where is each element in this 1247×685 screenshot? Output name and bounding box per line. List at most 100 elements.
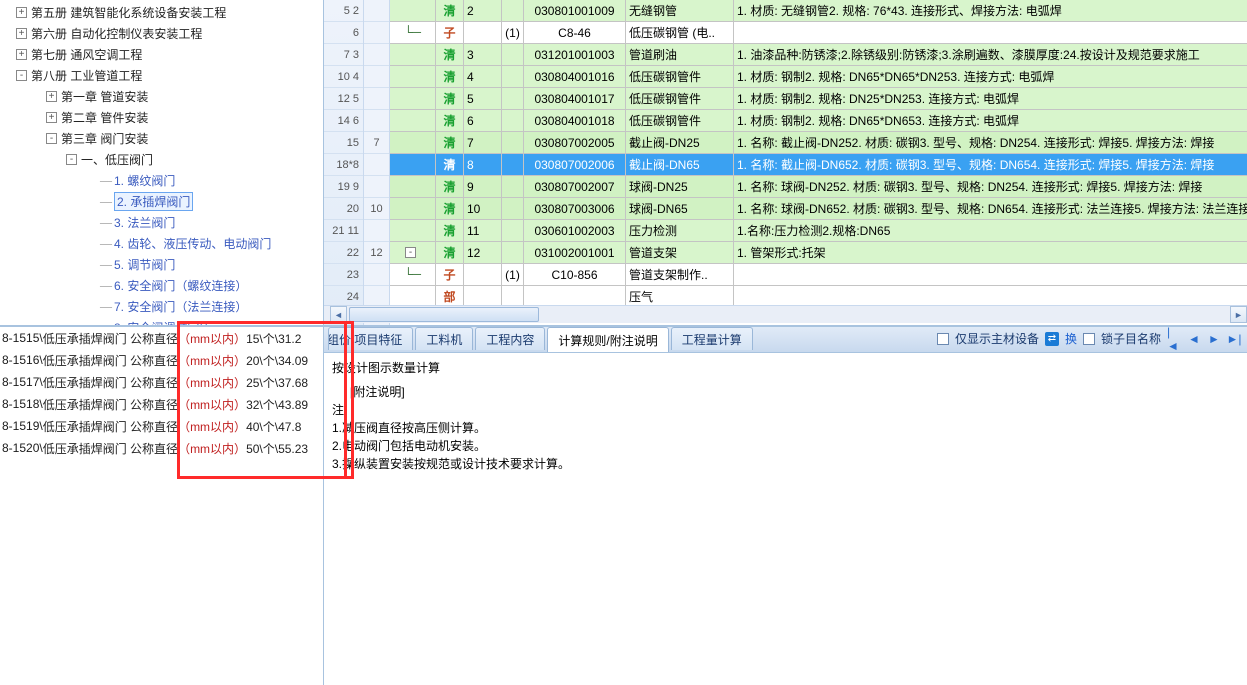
quota-list-row[interactable]: 8-1516\低压承插焊阀门 公称直径（mm以内） 20\个\34.09 — [0, 349, 323, 371]
detail-toolbar: 仅显示主材设备 ⇄ 换 锁子目名称 |◄ ◄ ► ►| — [937, 330, 1241, 347]
table-row[interactable]: 清9030807002007球阀-DN251. 名称: 球阀-DN252. 材质… — [390, 176, 1247, 198]
tree-node[interactable]: + 第二章 管件安装 — [0, 107, 323, 128]
tree-node[interactable]: +第六册 自动化控制仪表安装工程 — [0, 23, 323, 44]
table-row[interactable]: └─子(1)C8-46低压碳钢管 (电.. — [390, 22, 1247, 44]
row-sub-cell: (1) — [502, 22, 524, 43]
gutter-cell: 7 3 — [324, 44, 363, 66]
gutter2-cell — [364, 154, 389, 176]
quota-list-row[interactable]: 8-1517\低压承插焊阀门 公称直径（mm以内） 25\个\37.68 — [0, 371, 323, 393]
row-code-cell: 030807003006 — [524, 198, 626, 219]
nav-prev-button[interactable]: ◄ — [1187, 332, 1201, 346]
row-code-cell: C10-856 — [524, 264, 626, 285]
table-row[interactable]: 清3031201001003管道刷油1. 油漆品种:防锈漆;2.除锈级别:防锈漆… — [390, 44, 1247, 66]
nav-first-button[interactable]: |◄ — [1167, 332, 1181, 346]
tree-node-label: 6. 安全阀门（螺纹连接） — [114, 277, 247, 294]
row-index-cell: 7 — [464, 132, 502, 153]
expand-icon[interactable]: + — [16, 28, 27, 39]
row-index-cell: 2 — [464, 0, 502, 21]
tree-node-label: 第七册 通风空调工程 — [31, 46, 142, 63]
gutter2-cell — [364, 0, 389, 22]
tree-node[interactable]: + 第七册 通风空调工程 — [0, 44, 323, 65]
detail-tab[interactable]: 工料机 — [415, 327, 473, 350]
collapse-icon[interactable]: - — [405, 247, 416, 258]
tree-node[interactable]: -一、低压阀门 — [0, 149, 323, 170]
tree-node[interactable]: — 1. 螺纹阀门 — [0, 170, 323, 191]
gutter2-cell — [364, 22, 389, 44]
tree-node[interactable]: — 2. 承插焊阀门 — [0, 191, 323, 212]
row-flag-cell: 子 — [436, 264, 464, 285]
row-gutter-2: 71012 — [364, 0, 390, 325]
expand-icon[interactable]: + — [16, 7, 27, 18]
tree-node[interactable]: — 3. 法兰阀门 — [0, 212, 323, 233]
quota-list-row[interactable]: 8-1518\低压承插焊阀门 公称直径（mm以内） 32\个\43.89 — [0, 393, 323, 415]
scroll-left-button[interactable]: ◄ — [330, 306, 347, 323]
swap-label[interactable]: 换 — [1065, 330, 1077, 347]
detail-tab[interactable]: 计算规则/附注说明 — [547, 327, 668, 352]
table-row[interactable]: 清2030801001009无缝钢管1. 材质: 无缝钢管2. 规格: 76*4… — [390, 0, 1247, 22]
row-flag-cell: 部 — [436, 286, 464, 307]
row-desc-cell — [734, 264, 1247, 285]
table-row[interactable]: 清11030601002003压力检测1.名称:压力检测2.规格:DN65 — [390, 220, 1247, 242]
detail-tab[interactable]: 组价/项目特征 — [328, 327, 413, 350]
table-row[interactable]: └─子(1)C10-856管道支架制作.. — [390, 264, 1247, 286]
row-desc-cell: 1. 材质: 无缝钢管2. 规格: 76*43. 连接形式、焊接方法: 电弧焊 — [734, 0, 1247, 21]
main-table-area: 5 267 310 412 514 61518*819 92021 112223… — [324, 0, 1247, 325]
detail-tab[interactable]: 工程量计算 — [671, 327, 753, 350]
row-flag-cell: 清 — [436, 44, 464, 65]
table-row[interactable]: 清8030807002006截止阀-DN651. 名称: 截止阀-DN652. … — [390, 154, 1247, 176]
tree-node[interactable]: — 4. 齿轮、液压传动、电动阀门 — [0, 233, 323, 254]
expand-icon[interactable]: + — [46, 91, 57, 102]
row-tree-cell — [390, 220, 436, 241]
expand-icon[interactable]: + — [16, 49, 27, 60]
table-row[interactable]: 清6030804001018低压碳钢管件1. 材质: 钢制2. 规格: DN65… — [390, 110, 1247, 132]
table-row[interactable]: 清5030804001017低压碳钢管件1. 材质: 钢制2. 规格: DN25… — [390, 88, 1247, 110]
row-code-cell: 030601002003 — [524, 220, 626, 241]
tree-node[interactable]: +第一章 管道安装 — [0, 86, 323, 107]
tree-node[interactable]: -第八册 工业管道工程 — [0, 65, 323, 86]
gutter2-cell — [364, 110, 389, 132]
row-index-cell: 10 — [464, 198, 502, 219]
swap-icon[interactable]: ⇄ — [1045, 332, 1059, 346]
detail-tab[interactable]: 工程内容 — [475, 327, 545, 350]
tree-node[interactable]: -第三章 阀门安装 — [0, 128, 323, 149]
collapse-icon[interactable]: - — [46, 133, 57, 144]
tree-node-label: 一、低压阀门 — [81, 151, 153, 168]
collapse-icon[interactable]: - — [16, 70, 27, 81]
tree-node[interactable]: — 8. 安全阀调试定压 — [0, 317, 323, 325]
tree-node[interactable]: — 6. 安全阀门（螺纹连接） — [0, 275, 323, 296]
scroll-right-button[interactable]: ► — [1230, 306, 1247, 323]
row-flag-cell: 清 — [436, 154, 464, 175]
tree-node[interactable]: — 7. 安全阀门（法兰连接） — [0, 296, 323, 317]
quota-list-row[interactable]: 8-1515\低压承插焊阀门 公称直径（mm以内） 15\个\31.2 — [0, 327, 323, 349]
collapse-icon[interactable]: - — [66, 154, 77, 165]
table-row[interactable]: 清7030807002005截止阀-DN251. 名称: 截止阀-DN252. … — [390, 132, 1247, 154]
row-name-cell: 压力检测 — [626, 220, 734, 241]
note-prefix: 注: — [332, 401, 1239, 419]
row-code-cell: 030801001009 — [524, 0, 626, 21]
row-sub-cell: (1) — [502, 264, 524, 285]
row-sub-cell — [502, 154, 524, 175]
table-row[interactable]: 清4030804001016低压碳钢管件1. 材质: 钢制2. 规格: DN65… — [390, 66, 1247, 88]
table-scroll[interactable]: 清2030801001009无缝钢管1. 材质: 无缝钢管2. 规格: 76*4… — [390, 0, 1247, 325]
tree-node[interactable]: +第五册 建筑智能化系统设备安装工程 — [0, 2, 323, 23]
row-index-cell — [464, 264, 502, 285]
tree-node[interactable]: — 5. 调节阀门 — [0, 254, 323, 275]
row-flag-cell: 清 — [436, 66, 464, 87]
scroll-thumb[interactable] — [349, 307, 539, 322]
nav-last-button[interactable]: ►| — [1227, 332, 1241, 346]
table-row[interactable]: -清12031002001001管道支架1. 管架形式:托架 — [390, 242, 1247, 264]
h-scrollbar[interactable]: ◄ ► — [324, 305, 1247, 323]
lock-item-name-checkbox[interactable] — [1083, 333, 1095, 345]
only-main-material-checkbox[interactable] — [937, 333, 949, 345]
tree-node-label: 第二章 管件安装 — [61, 109, 148, 126]
nav-next-button[interactable]: ► — [1207, 332, 1221, 346]
expand-icon[interactable]: + — [46, 112, 57, 123]
table-row[interactable]: 清10030807003006球阀-DN651. 名称: 球阀-DN652. 材… — [390, 198, 1247, 220]
quota-list-row[interactable]: 8-1519\低压承插焊阀门 公称直径（mm以内） 40\个\47.8 — [0, 415, 323, 437]
row-name-cell: 管道刷油 — [626, 44, 734, 65]
row-name-cell: 低压碳钢管件 — [626, 88, 734, 109]
row-flag-cell: 清 — [436, 88, 464, 109]
gutter-cell: 10 4 — [324, 66, 363, 88]
quota-list-row[interactable]: 8-1520\低压承插焊阀门 公称直径（mm以内） 50\个\55.23 — [0, 437, 323, 459]
tree-connector-icon: — — [100, 194, 112, 209]
